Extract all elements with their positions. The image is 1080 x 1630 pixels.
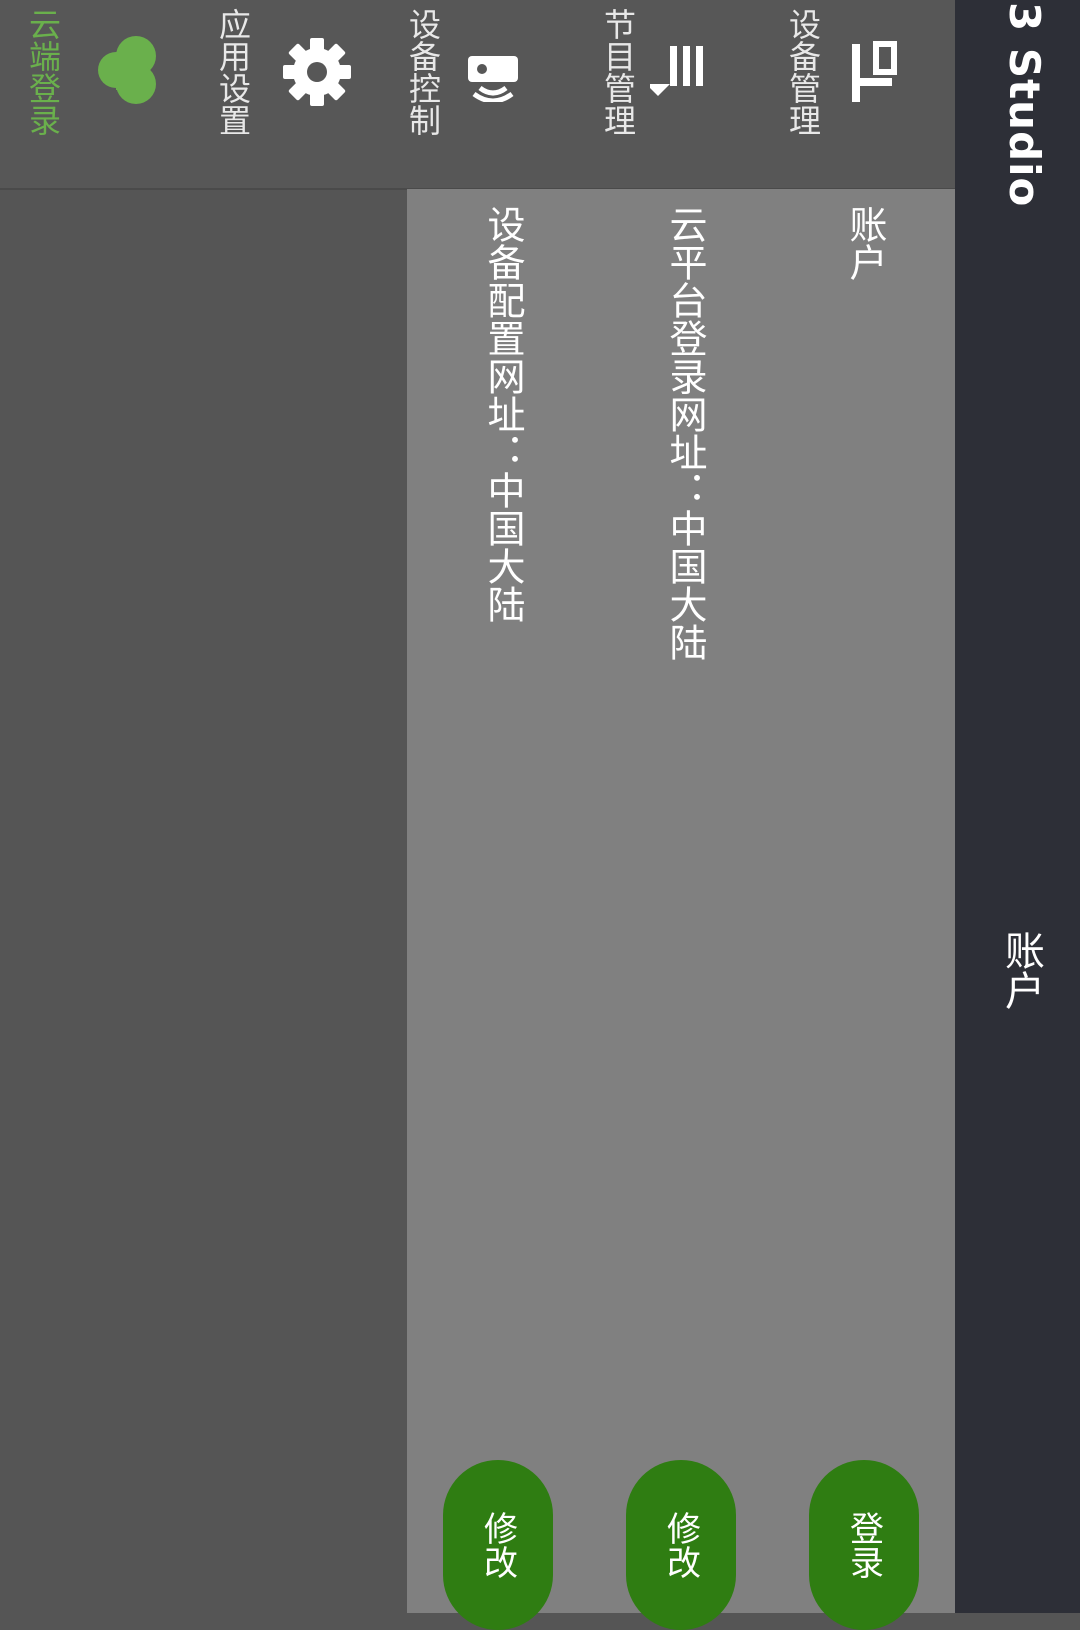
nav-label-program-management: 节目管理 — [599, 8, 637, 136]
device-manage-icon — [852, 41, 897, 102]
edit-device-url-label: 修改 — [477, 1511, 518, 1579]
edit-platform-url-button[interactable]: 修改 — [626, 1460, 736, 1630]
edit-device-url-button[interactable]: 修改 — [443, 1460, 553, 1630]
program-list-icon — [650, 46, 703, 96]
edit-platform-url-label: 修改 — [660, 1511, 701, 1579]
nav-item-device-control[interactable]: 设备控制 — [400, 0, 590, 188]
gear-icon — [283, 38, 351, 106]
nav-label-device-management: 设备管理 — [784, 8, 822, 136]
device-url-label: 设备配置网址：中国大陆 — [481, 205, 525, 623]
nav-item-program-management[interactable]: 节目管理 — [590, 0, 770, 188]
nav-label-device-control: 设备控制 — [404, 8, 442, 136]
nav-item-cloud-login[interactable]: 云端登录 — [0, 0, 210, 188]
nav-item-device-management[interactable]: 设备管理 — [770, 0, 950, 188]
nav-item-app-settings[interactable]: 应用设置 — [210, 0, 400, 188]
app-bar — [955, 0, 1080, 1613]
nav-label-app-settings: 应用设置 — [214, 8, 252, 136]
nav-label-cloud-login: 云端登录 — [24, 8, 62, 136]
login-button-label: 登录 — [843, 1511, 884, 1579]
page-title: 账户 — [998, 930, 1044, 1010]
cloud-icon — [98, 36, 156, 104]
remote-control-icon — [468, 56, 518, 102]
login-button[interactable]: 登录 — [809, 1460, 919, 1630]
nav-bar: 设备管理 节目管理 设备控制 应用设置 云端登录 — [0, 0, 955, 190]
account-section-label: 账户 — [843, 205, 887, 281]
platform-url-label: 云平台登录网址：中国大陆 — [663, 205, 707, 661]
app-title: 3 Studio — [1000, 2, 1049, 208]
